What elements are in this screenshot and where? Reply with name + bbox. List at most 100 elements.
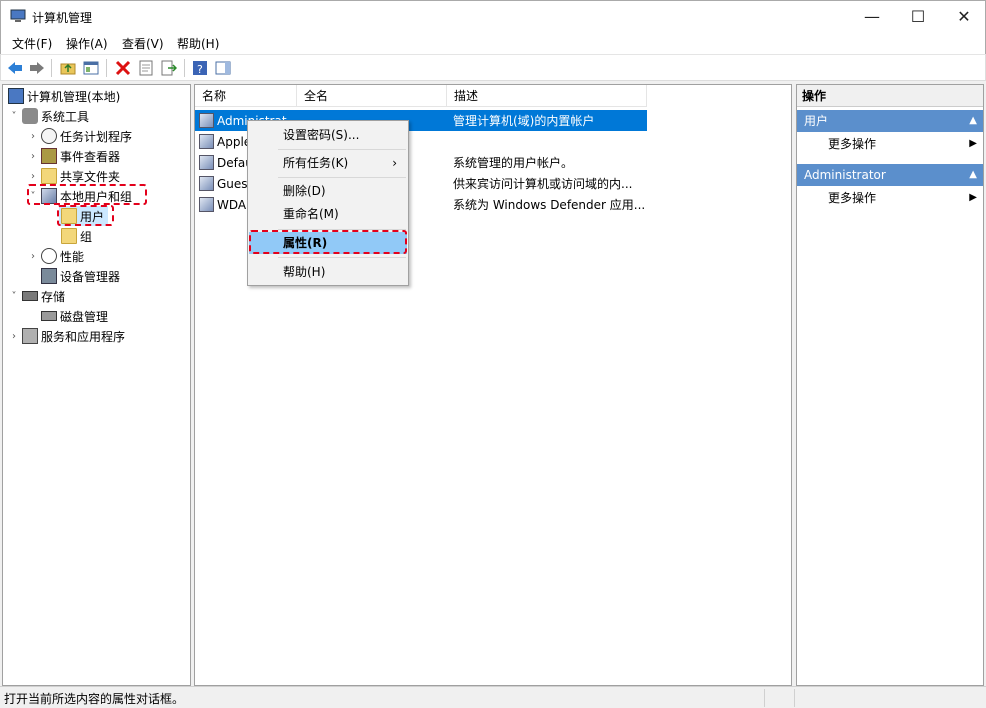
tree-shared-folders[interactable]: › 共享文件夹	[27, 166, 120, 186]
computer-management-icon	[10, 9, 26, 22]
computer-management-icon	[8, 88, 24, 104]
action-pane-icon[interactable]	[213, 58, 233, 78]
chevron-right-icon[interactable]: ›	[27, 151, 39, 162]
close-button[interactable]: ✕	[941, 1, 986, 31]
tree-device-manager[interactable]: 设备管理器	[39, 266, 120, 286]
context-menu: 设置密码(S)... 所有任务(K) › 删除(D) 重命名(M) 属性(R) …	[247, 120, 409, 286]
user-description: 管理计算机(域)的内置帐户	[453, 114, 595, 128]
delete-item[interactable]: 删除(D)	[249, 180, 407, 202]
column-name[interactable]: 名称	[195, 85, 297, 107]
clock-icon	[41, 128, 57, 144]
event-viewer-icon	[41, 148, 57, 164]
tree-groups-label: 组	[80, 229, 93, 244]
tree-root-label: 计算机管理(本地)	[27, 89, 121, 104]
set-password-item[interactable]: 设置密码(S)...	[249, 124, 407, 146]
tree-storage-label: 存储	[41, 289, 66, 304]
tree-users[interactable]: 用户	[59, 206, 109, 226]
menu-file[interactable]: 文件(F)	[12, 35, 52, 52]
collapse-icon[interactable]: ▲	[969, 110, 977, 132]
chevron-right-icon[interactable]: ›	[8, 331, 20, 342]
actions-pane: 操作 用户 ▲ 更多操作 ▶ Administrator ▲ 更多操作 ▶	[796, 84, 984, 686]
up-folder-icon[interactable]	[58, 58, 78, 78]
tree-task-scheduler-label: 任务计划程序	[60, 129, 133, 144]
chevron-down-icon[interactable]: ˅	[8, 111, 20, 122]
status-bar: 打开当前所选内容的属性对话框。	[0, 686, 986, 708]
user-name: WDA	[217, 197, 247, 212]
user-icon	[199, 155, 214, 170]
column-description[interactable]: 描述	[447, 85, 647, 107]
tools-icon	[22, 108, 38, 124]
tree-system-tools[interactable]: ˅ 系统工具	[8, 106, 89, 126]
tree-services-apps[interactable]: › 服务和应用程序	[8, 326, 125, 346]
chevron-down-icon[interactable]: ˅	[8, 291, 20, 302]
rename-item[interactable]: 重命名(M)	[249, 203, 407, 225]
tree-groups[interactable]: 组	[59, 226, 92, 246]
tree-device-manager-label: 设备管理器	[60, 269, 121, 284]
tree-root[interactable]: 计算机管理(本地)	[6, 86, 120, 106]
users-group-icon	[41, 188, 57, 204]
collapse-icon[interactable]: ▲	[969, 164, 977, 186]
menu-bar: 文件(F) 操作(A) 查看(V) 帮助(H)	[0, 31, 986, 54]
console-tree: 计算机管理(本地) ˅ 系统工具 › 任务计划程序 › 事件查看器 › 共享文件…	[2, 84, 191, 686]
chevron-right-icon[interactable]: ›	[27, 131, 39, 142]
actions-section-administrator[interactable]: Administrator ▲	[797, 164, 983, 186]
chevron-down-icon[interactable]: ˅	[27, 191, 39, 202]
tree-task-scheduler[interactable]: › 任务计划程序	[27, 126, 132, 146]
user-description: 系统为 Windows Defender 应用...	[453, 198, 646, 212]
more-actions-label: 更多操作	[828, 137, 877, 151]
back-icon[interactable]	[5, 58, 25, 78]
tree-disk-management[interactable]: 磁盘管理	[39, 306, 108, 326]
chevron-right-icon: ›	[392, 156, 397, 170]
chevron-right-icon[interactable]: ›	[27, 171, 39, 182]
tree-local-users-label: 本地用户和组	[60, 189, 133, 204]
svg-text:?: ?	[197, 63, 203, 76]
user-description: 系统管理的用户帐户。	[453, 156, 574, 170]
user-icon	[199, 197, 214, 212]
actions-section-users[interactable]: 用户 ▲	[797, 110, 983, 132]
actions-section-users-label: 用户	[804, 114, 829, 128]
tree-system-tools-label: 系统工具	[41, 109, 90, 124]
delete-icon[interactable]	[113, 58, 133, 78]
folder-icon	[61, 228, 77, 244]
user-icon	[199, 176, 214, 191]
more-actions-administrator[interactable]: 更多操作 ▶	[797, 187, 983, 209]
show-hide-tree-icon[interactable]	[81, 58, 101, 78]
shared-folder-icon	[41, 168, 57, 184]
export-list-icon[interactable]	[159, 58, 179, 78]
menu-view[interactable]: 查看(V)	[122, 35, 164, 52]
maximize-button[interactable]: ☐	[895, 1, 941, 31]
toolbar: ?	[0, 54, 986, 81]
tree-event-viewer[interactable]: › 事件查看器	[27, 146, 120, 166]
column-fullname[interactable]: 全名	[297, 85, 447, 107]
tree-performance-label: 性能	[60, 249, 85, 264]
all-tasks-label: 所有任务(K)	[283, 156, 349, 170]
properties-item[interactable]: 属性(R)	[249, 232, 407, 254]
tree-disk-management-label: 磁盘管理	[60, 309, 109, 324]
help-icon[interactable]: ?	[190, 58, 210, 78]
actions-section-administrator-label: Administrator	[804, 168, 886, 182]
window-title: 计算机管理	[32, 11, 93, 25]
user-name: Gues	[217, 176, 248, 191]
actions-title: 操作	[797, 85, 983, 107]
help-item[interactable]: 帮助(H)	[249, 261, 407, 283]
tree-local-users-groups[interactable]: ˅ 本地用户和组	[27, 186, 132, 206]
all-tasks-item[interactable]: 所有任务(K) ›	[249, 152, 407, 174]
tree-performance[interactable]: › 性能	[27, 246, 84, 266]
more-actions-users[interactable]: 更多操作 ▶	[797, 133, 983, 155]
menu-action[interactable]: 操作(A)	[66, 35, 108, 52]
forward-icon[interactable]	[27, 58, 47, 78]
tree-shared-folders-label: 共享文件夹	[60, 169, 121, 184]
more-actions-label: 更多操作	[828, 191, 877, 205]
minimize-button[interactable]: —	[849, 1, 895, 31]
storage-icon	[22, 291, 38, 301]
tree-storage[interactable]: ˅ 存储	[8, 286, 66, 306]
tree-users-label: 用户	[80, 209, 105, 224]
title-bar: 计算机管理 — ☐ ✕	[0, 0, 986, 31]
user-description: 供来宾访问计算机或访问域的内...	[453, 177, 633, 191]
menu-help[interactable]: 帮助(H)	[177, 35, 219, 52]
device-manager-icon	[41, 268, 57, 284]
chevron-right-icon[interactable]: ›	[27, 251, 39, 262]
tree-services-label: 服务和应用程序	[41, 329, 126, 344]
disk-icon	[41, 311, 57, 321]
properties-icon[interactable]	[136, 58, 156, 78]
